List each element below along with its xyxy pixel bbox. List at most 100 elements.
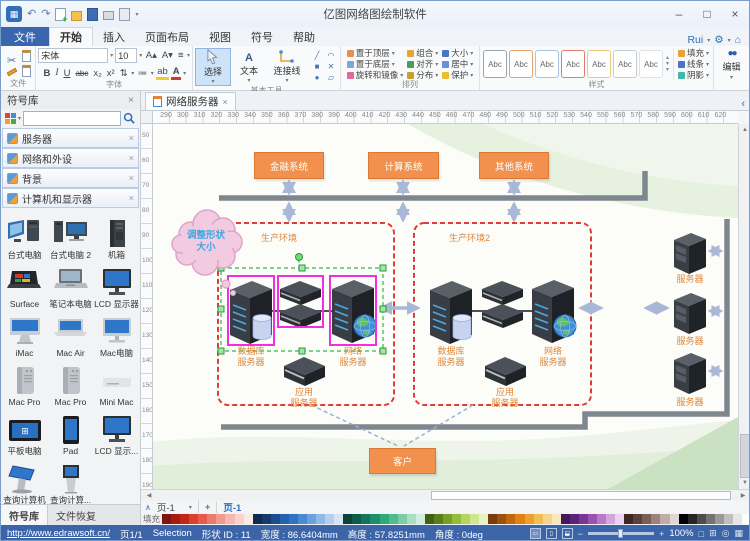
palette-swatch[interactable]	[587, 514, 598, 524]
rack-server2-shape[interactable]	[674, 293, 706, 334]
open-file-icon[interactable]	[71, 10, 83, 21]
library-section-network[interactable]: 网络和外设 ×	[2, 148, 139, 168]
style-sample[interactable]: Abc	[534, 50, 559, 78]
palette-swatch[interactable]	[461, 514, 471, 524]
palette-swatch[interactable]	[524, 514, 534, 524]
palette-swatch[interactable]	[270, 514, 280, 524]
italic-button[interactable]: I	[54, 68, 60, 78]
export-icon[interactable]	[119, 7, 131, 21]
page-tab-active[interactable]: 页-1	[223, 500, 241, 514]
superscript-button[interactable]: x²	[105, 68, 116, 79]
system-box-compute[interactable]: 计算系统	[368, 152, 439, 179]
panel-close-icon[interactable]: ×	[128, 94, 134, 106]
palette-swatch[interactable]	[633, 514, 643, 524]
rotation-handle[interactable]	[295, 253, 303, 261]
tab-file[interactable]: 文件	[1, 27, 49, 46]
text-tool-button[interactable]: 文本 ▾	[231, 48, 267, 86]
strikethrough-button[interactable]: abc	[74, 69, 90, 78]
arrange-item[interactable]: 置于底层 ▾	[346, 59, 404, 69]
palette-swatch[interactable]	[506, 514, 516, 524]
palette-swatch[interactable]	[216, 514, 226, 524]
library-item[interactable]: Mac Air	[48, 310, 94, 359]
new-document-icon[interactable]	[55, 7, 67, 24]
cut-icon[interactable]: ✂	[5, 54, 18, 67]
zoom-level[interactable]: 100%	[669, 528, 693, 539]
list-button[interactable]: ≔	[136, 68, 149, 79]
system-box-other[interactable]: 其他系统	[479, 152, 549, 179]
palette-swatch[interactable]	[515, 514, 525, 524]
arc-tool-icon[interactable]: ◠	[324, 51, 338, 62]
library-item[interactable]: 查询计算机	[2, 457, 48, 506]
palette-swatch[interactable]	[261, 514, 271, 524]
library-section-computers[interactable]: 计算机和显示器 ×	[2, 188, 139, 208]
library-item[interactable]: 平板电脑	[2, 408, 48, 457]
palette-swatch[interactable]	[325, 514, 335, 524]
select-tool-button[interactable]: 选择 ▾	[195, 48, 232, 86]
line-spacing-button[interactable]: ⇅	[118, 68, 129, 79]
palette-swatch[interactable]	[615, 514, 625, 524]
underline-button[interactable]: U	[62, 68, 72, 79]
switch-stack-top[interactable]	[279, 280, 322, 306]
subscript-button[interactable]: x₂	[92, 68, 103, 79]
palette-swatch[interactable]	[560, 514, 570, 524]
palette-swatch[interactable]	[569, 514, 579, 524]
tab-symbol-library[interactable]: 符号库	[1, 505, 48, 525]
edrawsoft-link[interactable]: http://www.edrawsoft.cn/	[7, 528, 110, 539]
maximize-button[interactable]: □	[693, 3, 721, 25]
print-icon[interactable]	[103, 11, 115, 20]
view-pagebreak-icon[interactable]: ▯	[545, 528, 557, 539]
palette-swatch[interactable]	[316, 514, 326, 524]
magnifier-icon[interactable]: ◎	[722, 528, 730, 539]
zoom-out-icon[interactable]: −	[578, 529, 583, 539]
format-painter-icon[interactable]	[6, 67, 17, 76]
palette-swatch[interactable]	[479, 514, 489, 524]
palette-swatch[interactable]	[687, 514, 697, 524]
page-dropdown[interactable]: 页-1 ▾	[157, 500, 199, 514]
style-sample[interactable]: Abc	[638, 50, 663, 78]
bold-button[interactable]: B	[42, 68, 52, 79]
paste-icon[interactable]	[22, 50, 32, 62]
arrange-item[interactable]: 组合 ▾	[407, 48, 438, 58]
style-gallery-scroll[interactable]: ▴ ▾ ▾	[664, 55, 671, 73]
switch-stack-bottom[interactable]	[279, 303, 322, 329]
library-item[interactable]: 笔记本电脑	[48, 261, 94, 310]
collapse-pages-icon[interactable]: ∧	[145, 503, 151, 512]
tab-home[interactable]: 开始	[49, 27, 93, 46]
font-color-button[interactable]: A	[171, 66, 182, 80]
palette-swatch[interactable]	[696, 514, 706, 524]
palette-swatch[interactable]	[551, 514, 561, 524]
library-logo-icon[interactable]	[5, 113, 16, 124]
palette-swatch[interactable]	[370, 514, 380, 524]
edit-button[interactable]: ●● 编辑 ▾	[723, 48, 741, 81]
palette-swatch[interactable]	[225, 514, 235, 524]
save-icon[interactable]	[87, 7, 99, 21]
canvas-viewport[interactable]: 金融系统 计算系统 其他系统 生产环境 生产环境2 数据库 服务器 网络 服务器…	[153, 124, 738, 489]
palette-swatch[interactable]	[198, 514, 208, 524]
vertical-scroll-thumb[interactable]	[740, 434, 749, 478]
section-close-icon[interactable]: ×	[129, 153, 134, 163]
arrange-item[interactable]: 对齐 ▾	[407, 59, 438, 69]
palette-swatch[interactable]	[252, 514, 262, 524]
palette-swatch[interactable]	[379, 514, 389, 524]
connector-tool-button[interactable]: 连接线 ▾	[267, 48, 307, 86]
arrange-item[interactable]: 保护 ▾	[442, 70, 473, 80]
app-server-shape[interactable]	[283, 356, 326, 387]
palette-swatch[interactable]	[442, 514, 453, 524]
section-close-icon[interactable]: ×	[129, 173, 134, 183]
settings-gear-icon[interactable]: ⚙	[714, 34, 723, 46]
palette-swatch[interactable]	[288, 514, 298, 524]
section-close-icon[interactable]: ×	[129, 133, 134, 143]
palette-swatch[interactable]	[162, 514, 172, 524]
tab-file-recovery[interactable]: 文件恢复	[48, 505, 104, 525]
palette-swatch[interactable]	[624, 514, 634, 524]
palette-swatch[interactable]	[651, 514, 661, 524]
line-tool-icon[interactable]: ╱	[310, 51, 324, 62]
palette-swatch[interactable]	[578, 514, 588, 524]
document-tab[interactable]: 网络服务器 ×	[145, 92, 236, 110]
collapse-ribbon-icon[interactable]: ⌂	[735, 34, 741, 46]
palette-swatch[interactable]	[189, 514, 199, 524]
shrink-font-button[interactable]: A▾	[160, 50, 174, 61]
pen-tool-icon[interactable]: ▱	[324, 73, 338, 84]
client-box[interactable]: 客户	[369, 448, 436, 474]
system-box-finance[interactable]: 金融系统	[254, 152, 324, 179]
